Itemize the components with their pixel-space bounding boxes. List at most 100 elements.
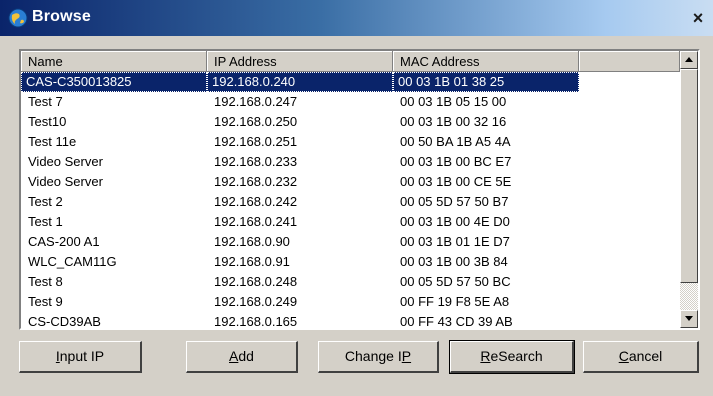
- cancel-accesskey: C: [618, 348, 629, 364]
- mac-address-cell-text: 00 05 5D 57 50 BC: [400, 274, 511, 289]
- device-name-cell: Test 7: [21, 92, 207, 112]
- ip-address-cell-text: 192.168.0.165: [214, 314, 298, 328]
- mac-address-cell: 00 03 1B 00 CE 5E: [393, 172, 579, 192]
- vertical-scrollbar[interactable]: [680, 51, 698, 328]
- scroll-track[interactable]: [680, 283, 698, 310]
- close-button[interactable]: ×: [687, 8, 709, 28]
- research-button[interactable]: ReSearch: [449, 340, 575, 374]
- column-header-ip-address[interactable]: IP Address: [207, 51, 393, 72]
- device-name-cell: Video Server: [21, 152, 207, 172]
- add-label-post: dd: [238, 348, 254, 364]
- mac-address-cell-text: 00 50 BA 1B A5 4A: [400, 134, 511, 149]
- ip-address-cell: 192.168.0.90: [207, 232, 393, 252]
- ip-address-cell-text: 192.168.0.233: [214, 154, 298, 169]
- mac-address-cell-text: 00 03 1B 00 3B 84: [400, 254, 508, 269]
- ip-address-cell: 192.168.0.165: [207, 312, 393, 328]
- device-name-cell-text: CS-CD39AB: [28, 314, 101, 328]
- mac-address-cell: 00 05 5D 57 50 B7: [393, 192, 579, 212]
- device-name-cell: Test 11e: [21, 132, 207, 152]
- table-row[interactable]: Test 2 192.168.0.242 00 05 5D 57 50 B7: [21, 192, 680, 212]
- device-name-cell-text: Test 7: [28, 94, 63, 109]
- column-header-mac-address[interactable]: MAC Address: [393, 51, 579, 72]
- table-row[interactable]: Test10 192.168.0.250 00 03 1B 00 32 16: [21, 112, 680, 132]
- triangle-down-icon: [685, 316, 693, 321]
- device-name-cell-text: Test 2: [28, 194, 63, 209]
- table-row[interactable]: CS-CD39AB 192.168.0.165 00 FF 43 CD 39 AB: [21, 312, 680, 328]
- ip-address-cell: 192.168.0.250: [207, 112, 393, 132]
- change-ip-accesskey: P: [401, 348, 412, 364]
- browse-window: Browse × Name IP Address MAC Address CAS…: [0, 0, 713, 396]
- ip-address-cell: 192.168.0.242: [207, 192, 393, 212]
- triangle-up-icon: [685, 57, 693, 62]
- research-accesskey: R: [480, 348, 491, 364]
- mac-address-cell: 00 03 1B 00 32 16: [393, 112, 579, 132]
- ip-address-cell-text: 192.168.0.232: [214, 174, 298, 189]
- ip-address-cell-text: 192.168.0.241: [214, 214, 298, 229]
- change-ip-label-pre: Change I: [344, 348, 402, 364]
- table-row[interactable]: CAS-C350013825 192.168.0.240 00 03 1B 01 3…: [21, 72, 680, 92]
- mac-address-cell: 00 FF 43 CD 39 AB: [393, 312, 579, 328]
- column-header-blank[interactable]: [579, 51, 680, 72]
- device-list[interactable]: Name IP Address MAC Address CAS-C3500138…: [19, 49, 700, 330]
- device-name-cell: Test 9: [21, 292, 207, 312]
- mac-address-cell: 00 03 1B 01 1E D7: [393, 232, 579, 252]
- mac-address-cell: 00 03 1B 00 4E D0: [393, 212, 579, 232]
- mac-address-cell: 00 03 1B 01 38 25: [393, 72, 579, 92]
- column-header-name[interactable]: Name: [21, 51, 207, 72]
- change-ip-button[interactable]: Change IP: [318, 341, 439, 373]
- ip-address-cell-text: 192.168.0.249: [214, 294, 298, 309]
- scroll-down-button[interactable]: [680, 310, 698, 328]
- mac-address-cell: 00 50 BA 1B A5 4A: [393, 132, 579, 152]
- table-row[interactable]: Test 8 192.168.0.248 00 05 5D 57 50 BC: [21, 272, 680, 292]
- table-row[interactable]: Test 9 192.168.0.249 00 FF 19 F8 5E A8: [21, 292, 680, 312]
- device-list-viewport: Name IP Address MAC Address CAS-C3500138…: [21, 51, 680, 328]
- cancel-label-post: ancel: [628, 348, 663, 364]
- research-label-post: eSearch: [490, 348, 543, 364]
- ip-address-cell-text: 192.168.0.240: [207, 72, 393, 92]
- ip-address-cell: 192.168.0.241: [207, 212, 393, 232]
- ip-address-cell: 192.168.0.240: [207, 72, 393, 92]
- device-name-cell: WLC_CAM11G: [21, 252, 207, 272]
- device-name-cell-text: CAS-C350013825: [21, 72, 207, 92]
- mac-address-cell-text: 00 FF 43 CD 39 AB: [400, 314, 513, 328]
- device-name-cell-text: Test 9: [28, 294, 63, 309]
- mac-address-cell: 00 05 5D 57 50 BC: [393, 272, 579, 292]
- table-row[interactable]: Video Server 192.168.0.233 00 03 1B 00 BC …: [21, 152, 680, 172]
- device-name-cell-text: Video Server: [28, 174, 103, 189]
- ip-address-cell-text: 192.168.0.247: [214, 94, 298, 109]
- ip-address-cell-text: 192.168.0.90: [214, 234, 290, 249]
- mac-address-cell-text: 00 03 1B 00 32 16: [400, 114, 507, 129]
- mac-address-cell: 00 FF 19 F8 5E A8: [393, 292, 579, 312]
- list-rows: CAS-C350013825 192.168.0.240 00 03 1B 01 3…: [21, 72, 680, 328]
- ip-address-cell: 192.168.0.233: [207, 152, 393, 172]
- ip-address-cell: 192.168.0.251: [207, 132, 393, 152]
- ip-address-cell-text: 192.168.0.242: [214, 194, 298, 209]
- add-button[interactable]: Add: [186, 341, 298, 373]
- window-title: Browse: [32, 8, 91, 25]
- table-row[interactable]: Video Server 192.168.0.232 00 03 1B 00 CE …: [21, 172, 680, 192]
- table-row[interactable]: Test 1 192.168.0.241 00 03 1B 00 4E D0: [21, 212, 680, 232]
- table-row[interactable]: CAS-200 A1 192.168.0.90 00 03 1B 01 1E D7: [21, 232, 680, 252]
- table-row[interactable]: Test 11e 192.168.0.251 00 50 BA 1B A5 4A: [21, 132, 680, 152]
- ip-address-cell-text: 192.168.0.91: [214, 254, 290, 269]
- title-bar[interactable]: Browse: [0, 0, 713, 36]
- ip-address-cell: 192.168.0.247: [207, 92, 393, 112]
- scroll-up-button[interactable]: [680, 51, 698, 69]
- mac-address-cell-text: 00 03 1B 00 4E D0: [400, 214, 510, 229]
- device-name-cell: CS-CD39AB: [21, 312, 207, 328]
- ip-address-cell: 192.168.0.91: [207, 252, 393, 272]
- device-name-cell: CAS-200 A1: [21, 232, 207, 252]
- ip-address-cell: 192.168.0.232: [207, 172, 393, 192]
- table-row[interactable]: WLC_CAM11G 192.168.0.91 00 03 1B 00 3B 84: [21, 252, 680, 272]
- table-row[interactable]: Test 7 192.168.0.247 00 03 1B 05 15 00: [21, 92, 680, 112]
- mac-address-cell-text: 00 03 1B 01 38 25: [393, 72, 579, 92]
- device-name-cell: Test 1: [21, 212, 207, 232]
- mac-address-cell-text: 00 03 1B 00 BC E7: [400, 154, 512, 169]
- list-header: Name IP Address MAC Address: [21, 51, 680, 72]
- mac-address-cell: 00 03 1B 00 3B 84: [393, 252, 579, 272]
- device-name-cell-text: Test 8: [28, 274, 63, 289]
- cancel-button[interactable]: Cancel: [583, 341, 699, 373]
- scroll-thumb[interactable]: [680, 69, 698, 283]
- globe-icon: [8, 8, 28, 28]
- input-ip-button[interactable]: Input IP: [19, 341, 142, 373]
